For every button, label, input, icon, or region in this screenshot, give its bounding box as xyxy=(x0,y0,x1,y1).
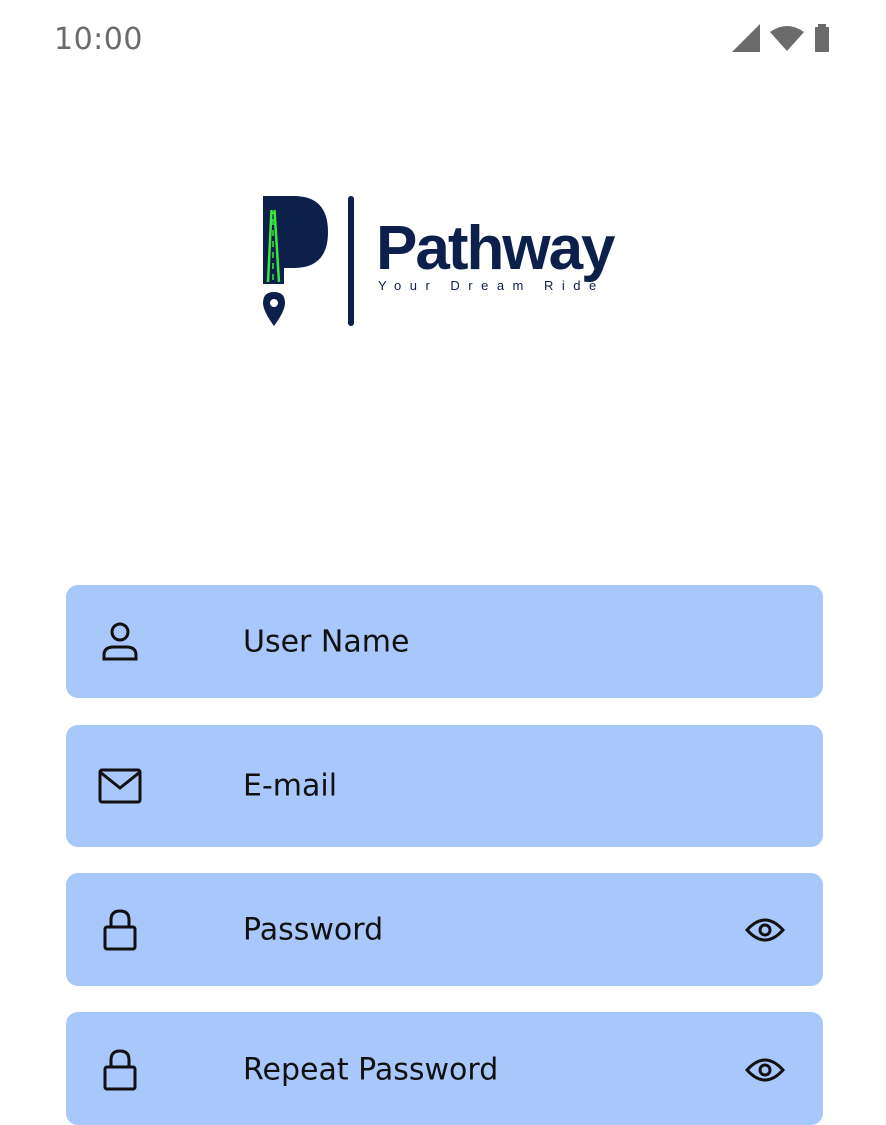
battery-icon xyxy=(814,24,830,56)
repeat-password-placeholder: Repeat Password xyxy=(243,1052,499,1088)
show-password-eye-icon[interactable] xyxy=(743,908,787,952)
username-placeholder: User Name xyxy=(243,624,410,659)
person-icon xyxy=(98,620,142,664)
show-repeat-password-eye-icon[interactable] xyxy=(743,1048,787,1092)
logo-name: Pathway xyxy=(376,214,616,283)
status-bar: 10:00 xyxy=(0,0,886,80)
lock-icon xyxy=(98,1048,142,1092)
logo-divider xyxy=(348,196,354,326)
email-placeholder: E-mail xyxy=(243,768,338,804)
email-field[interactable]: E-mail xyxy=(66,725,823,847)
pathway-logo: Pathway Your Dream Ride xyxy=(258,190,658,330)
wifi-icon xyxy=(770,25,804,55)
status-icons xyxy=(732,24,830,56)
mail-icon xyxy=(98,764,142,808)
cellular-signal-icon xyxy=(732,24,760,56)
password-placeholder: Password xyxy=(243,912,384,947)
username-field[interactable]: User Name xyxy=(66,585,823,698)
repeat-password-field[interactable]: Repeat Password xyxy=(66,1012,823,1125)
logo-tagline: Your Dream Ride xyxy=(378,278,605,293)
lock-icon xyxy=(98,908,142,952)
logo-p-road-mark xyxy=(263,196,328,326)
password-field[interactable]: Password xyxy=(66,873,823,986)
status-time: 10:00 xyxy=(54,22,143,57)
